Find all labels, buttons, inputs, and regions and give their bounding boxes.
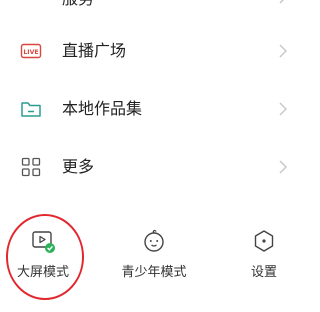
bottom-item-label: 设置	[250, 265, 277, 280]
settings-icon	[254, 230, 274, 252]
screen-mode-icon	[32, 231, 55, 253]
chevron-right-icon	[279, 160, 287, 174]
grid-icon	[21, 157, 41, 177]
menu-item-label: 更多	[62, 157, 95, 176]
live-icon: LIVE	[20, 43, 42, 59]
chevron-right-icon	[279, 0, 285, 4]
chevron-right-icon	[279, 44, 287, 58]
settings-button[interactable]: 设置	[236, 226, 292, 290]
chevron-right-icon	[279, 102, 287, 116]
menu-item-partial-label: 服务	[62, 0, 94, 10]
menu-item-local-works[interactable]: 本地作品集	[0, 89, 291, 129]
live-badge-text: LIVE	[23, 49, 38, 56]
folder-icon	[21, 102, 41, 117]
bottom-item-label: 大屏模式	[16, 265, 69, 280]
teen-mode-icon	[144, 229, 164, 252]
teen-mode-button[interactable]: 青少年模式	[112, 226, 196, 290]
menu-item-label: 本地作品集	[62, 99, 143, 118]
menu-item-live-plaza[interactable]: LIVE 直播广场	[0, 31, 291, 71]
menu-item-label: 直播广场	[62, 41, 127, 60]
menu-item-more[interactable]: 更多	[0, 147, 291, 187]
menu-item-partial-top[interactable]: 服务	[0, 0, 291, 14]
screen-mode-button[interactable]: 大屏模式	[8, 226, 78, 290]
bottom-item-label: 青少年模式	[121, 265, 187, 280]
